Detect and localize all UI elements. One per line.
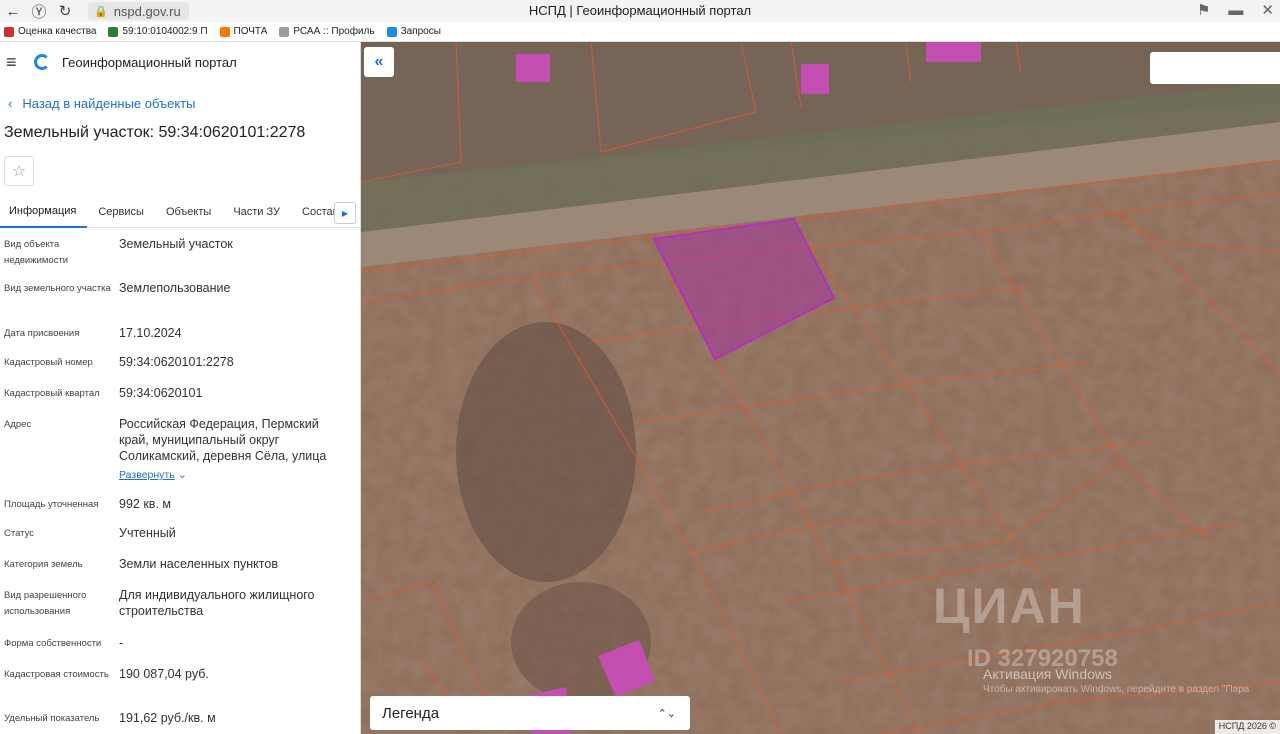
legend-select[interactable]: Легенда ⌃⌄	[370, 696, 690, 730]
property-label: Вид разрешенного использования	[4, 590, 87, 617]
bookmark-label: Запросы	[400, 26, 441, 37]
property-label: Статус	[4, 528, 35, 539]
windows-activation-hint: Чтобы активировать Windows, перейдите в …	[983, 684, 1250, 695]
property-label: Удельный показатель	[4, 713, 100, 724]
info-panel: ≡ Геоинформационный портал ‹ Назад в най…	[0, 42, 361, 734]
address-url: nspd.gov.ru	[113, 3, 181, 19]
property-label: Вид земельного участка	[4, 283, 111, 294]
property-value: -	[119, 636, 124, 650]
property-value: 59:34:0620101:2278	[119, 355, 234, 369]
bookmark-item[interactable]: ПОЧТА	[219, 26, 268, 37]
property-label: Адрес	[4, 419, 32, 430]
cian-watermark: ЦИАН	[933, 578, 1086, 634]
property-label: Дата присвоения	[4, 328, 80, 339]
page-title: Земельный участок: 59:34:0620101:2278	[4, 124, 306, 141]
bookmark-label: РСАА :: Профиль	[293, 26, 375, 37]
property-value: 190 087,04 руб.	[119, 667, 209, 681]
tab-1[interactable]: Сервисы	[87, 196, 155, 228]
property-value: Российская Федерация, Пермский край, мун…	[119, 417, 327, 463]
expand-link[interactable]: Развернуть ⌄	[119, 466, 334, 483]
property-label: Кадастровый номер	[4, 357, 93, 368]
property-label: Категория земель	[4, 559, 83, 570]
back-link-label: Назад в найденные объекты	[22, 96, 196, 111]
bookmark-favicon-icon	[279, 26, 290, 37]
tab-bar: Информация Сервисы Объекты Части ЗУ Состав ▶	[0, 196, 360, 228]
tools-icon[interactable]: ✕	[1261, 1, 1274, 19]
legend-label: Легенда	[382, 704, 440, 722]
bookmarks-bar: Оценка качества 59:10:0104002:9 П ПОЧТА РСА…	[0, 22, 1280, 42]
tab-0[interactable]: Информация	[0, 196, 88, 228]
updown-chevron-icon: ⌃⌄	[657, 707, 676, 720]
property-value: 992 кв. м	[119, 497, 171, 511]
lock-icon: 🔒	[94, 5, 108, 18]
back-arrow-icon[interactable]: ←	[0, 0, 26, 22]
bookmark-favicon-icon	[219, 26, 230, 37]
property-value: 191,62 руб./кв. м	[119, 711, 216, 725]
app-title: Геоинформационный портал	[62, 54, 237, 70]
property-value: Для индивидуального жилищного строительс…	[119, 588, 315, 618]
tab-scroll-right-icon[interactable]: ▶	[334, 202, 356, 224]
property-value: Земельный участок	[119, 237, 233, 251]
property-label: Площадь уточненная	[4, 499, 99, 510]
property-label: Кадастровая стоимость	[4, 669, 109, 680]
bookmark-item[interactable]: 59:10:0104002:9 П	[108, 26, 208, 37]
property-value: 17.10.2024	[119, 326, 182, 340]
property-value: Учтенный	[119, 526, 176, 540]
windows-activation: Активация Windows	[983, 666, 1113, 682]
bookmark-item[interactable]: РСАА :: Профиль	[279, 26, 375, 37]
window-title: НСПД | Геоинформационный портал	[528, 3, 752, 18]
map-search-input[interactable]	[1150, 52, 1280, 84]
bookmark-favicon-icon	[108, 26, 119, 37]
bookmark-icon[interactable]: ⚑	[1197, 1, 1210, 19]
chevron-down-icon: ⌄	[174, 469, 187, 481]
extension-icon[interactable]: ▬	[1228, 2, 1243, 19]
bookmark-favicon-icon	[4, 26, 14, 37]
property-label: Форма собственности	[4, 638, 102, 649]
bookmark-label: ПОЧТА	[233, 26, 268, 37]
property-value: Земли населенных пунктов	[119, 557, 278, 571]
chevron-left-icon: ‹	[8, 96, 13, 111]
satellite-map	[361, 42, 1280, 734]
property-value: Землепользование	[119, 281, 231, 295]
back-link[interactable]: ‹ Назад в найденные объекты	[0, 96, 360, 111]
yandex-icon[interactable]: Ⓨ	[26, 0, 52, 22]
expand-label: Развернуть	[119, 469, 175, 481]
property-label: Кадастровый квартал	[4, 388, 100, 399]
collapse-panel-icon[interactable]: «	[364, 47, 394, 77]
portal-logo-icon	[34, 54, 50, 70]
reload-icon[interactable]: ↻	[52, 0, 78, 22]
property-label: Вид объекта недвижимости	[4, 239, 69, 266]
bookmark-favicon-icon	[386, 26, 397, 37]
bookmark-item[interactable]: Запросы	[386, 26, 441, 37]
map-copyright: НСПД 2026 ©	[1214, 720, 1280, 734]
menu-icon[interactable]: ≡	[6, 52, 22, 73]
map-view[interactable]: « ЦИАН ID 327920758 Активация Windows Чт…	[361, 42, 1280, 734]
app-header: ≡ Геоинформационный портал	[0, 42, 360, 82]
tab-3[interactable]: Части ЗУ	[222, 196, 291, 228]
address-bar[interactable]: 🔒 nspd.gov.ru	[88, 2, 189, 20]
bookmark-label: 59:10:0104002:9 П	[122, 26, 208, 37]
favorite-star-icon[interactable]: ☆	[4, 156, 34, 186]
tab-2[interactable]: Объекты	[155, 196, 222, 228]
bookmark-item[interactable]: Оценка качества	[4, 26, 96, 37]
browser-toolbar: ← Ⓨ ↻ 🔒 nspd.gov.ru НСПД | Геоинформацио…	[0, 0, 1280, 22]
bookmark-label: Оценка качества	[18, 26, 97, 37]
properties-list: Вид объекта недвижимости Земельный участо…	[0, 228, 360, 734]
property-value: 59:34:0620101	[119, 386, 203, 400]
